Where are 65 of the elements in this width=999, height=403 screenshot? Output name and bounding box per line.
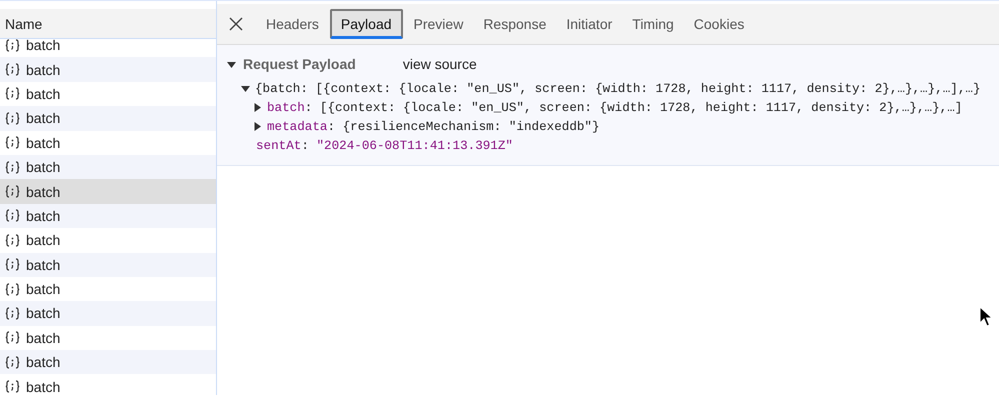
request-name: batch	[26, 232, 60, 248]
request-row[interactable]: batch	[0, 57, 216, 82]
request-name: batch	[26, 184, 60, 200]
request-name: batch	[26, 159, 60, 176]
request-name: batch	[26, 62, 60, 78]
tab[interactable]: Preview	[404, 9, 472, 39]
tab[interactable]: Response	[474, 9, 556, 39]
request-name: batch	[26, 330, 60, 346]
tab[interactable]: Initiator	[557, 9, 622, 39]
braces-icon	[5, 282, 20, 296]
request-row[interactable]: batch	[0, 326, 216, 350]
tab[interactable]: Payload	[330, 9, 403, 39]
request-name: batch	[26, 208, 60, 224]
expand-arrow-icon[interactable]	[253, 103, 262, 112]
braces-icon	[5, 234, 20, 247]
collapse-arrow-icon[interactable]	[227, 60, 236, 68]
mouse-cursor-icon	[979, 306, 993, 328]
request-row[interactable]: batch	[0, 179, 216, 204]
braces-icon	[5, 160, 20, 174]
column-header[interactable]: Name	[5, 16, 42, 32]
braces-icon	[5, 209, 20, 222]
section-title[interactable]: Request Payload	[243, 56, 356, 72]
request-name: batch	[26, 134, 60, 151]
request-row[interactable]: batch	[0, 301, 216, 326]
tab[interactable]: Timing	[623, 9, 683, 39]
request-row[interactable]: batch	[0, 204, 216, 228]
tab[interactable]: Cookies	[684, 9, 754, 39]
request-name: batch	[26, 110, 60, 126]
request-name: batch	[26, 354, 60, 370]
request-row[interactable]: batch	[0, 82, 216, 106]
request-row[interactable]: batch	[0, 154, 216, 180]
braces-icon	[5, 356, 20, 369]
braces-icon	[5, 258, 20, 272]
tab[interactable]: Headers	[257, 9, 328, 39]
request-row[interactable]: batch	[0, 228, 216, 253]
request-row[interactable]: batch	[0, 130, 216, 155]
expand-arrow-icon[interactable]	[253, 122, 262, 131]
close-icon[interactable]	[229, 17, 243, 31]
request-name: batch	[26, 37, 60, 54]
braces-icon	[5, 112, 20, 125]
braces-icon	[5, 87, 20, 100]
request-row[interactable]: batch	[0, 106, 216, 131]
request-name: batch	[26, 256, 60, 273]
request-name: batch	[26, 378, 60, 395]
view-source-link[interactable]: view source	[402, 56, 477, 72]
braces-icon	[5, 331, 20, 344]
braces-icon	[5, 306, 20, 320]
request-name: batch	[26, 305, 60, 322]
request-row[interactable]: batch	[0, 374, 216, 395]
expand-arrow-icon[interactable]	[241, 84, 250, 93]
request-row[interactable]: batch	[0, 276, 216, 302]
braces-icon	[5, 38, 20, 52]
request-row[interactable]: batch	[0, 350, 216, 374]
request-name: batch	[26, 86, 60, 102]
braces-icon	[5, 380, 20, 394]
payload-summary: {batch: [{context: {locale: "en_US", screen: {width: 1728, height: 1117, density: 2},…},…},…],…}	[255, 82, 981, 96]
request-row[interactable]: batch	[0, 33, 216, 58]
braces-icon	[5, 136, 20, 150]
braces-icon	[5, 185, 20, 198]
payload-entry: metadata: {resilienceMechanism: "indexeddb"}	[267, 120, 600, 134]
payload-entry: sentAt: "2024-06-08T11:41:13.391Z"	[256, 138, 513, 152]
payload-entry: batch: [{context: {locale: "en_US", screen: {width: 1728, height: 1117, density: 2},…},…},…]	[267, 100, 962, 114]
braces-icon	[5, 63, 20, 76]
request-row[interactable]: batch	[0, 252, 216, 277]
request-name: batch	[26, 281, 60, 298]
